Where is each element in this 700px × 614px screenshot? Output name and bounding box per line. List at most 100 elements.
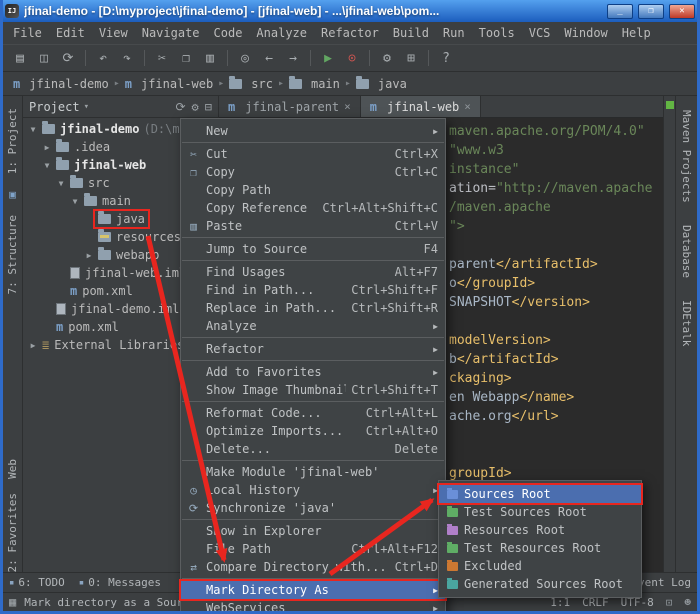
context-menu-item-mark-directory-as[interactable]: Mark Directory As ▶	[179, 579, 447, 601]
run-icon[interactable]: ▶	[317, 48, 339, 68]
editor-tab-jfinal-parent[interactable]: m jfinal-parent ×	[219, 96, 361, 117]
context-menu-item-find-in-path[interactable]: Find in Path... Ctrl+Shift+F	[181, 281, 445, 299]
minimize-button[interactable]: _	[607, 3, 633, 19]
toolwindow-button-maven-projects[interactable]: Maven Projects	[680, 110, 693, 203]
toolwindow-switcher-icon[interactable]: ▦	[9, 595, 16, 609]
tree-toggle-icon[interactable]: ▶	[41, 143, 53, 152]
tree-toggle-icon[interactable]: ▼	[27, 125, 39, 134]
context-menu-item-find-usages[interactable]: Find Usages Alt+F7	[181, 263, 445, 281]
project-panel-title[interactable]: Project	[29, 100, 80, 114]
undo-icon[interactable]: ↶	[92, 48, 114, 68]
context-menu-item-jump-to-source[interactable]: Jump to Source F4	[181, 240, 445, 258]
context-menu-item-local-history[interactable]: ◷ Local History ▶	[181, 481, 445, 499]
cut-icon[interactable]: ✂	[151, 48, 173, 68]
settings-icon[interactable]: ⚙	[376, 48, 398, 68]
submenu-item-test-sources-root[interactable]: Test Sources Root	[439, 503, 641, 521]
breadcrumb-item-jfinal-web[interactable]: m jfinal-web	[125, 77, 213, 91]
error-stripe[interactable]	[663, 96, 675, 572]
back-icon[interactable]: ←	[258, 48, 280, 68]
context-menu-item-copy-path[interactable]: Copy Path	[181, 181, 445, 199]
close-button[interactable]: ✕	[669, 3, 695, 19]
menu-vcs[interactable]: VCS	[522, 24, 558, 42]
submenu-item-test-resources-root[interactable]: Test Resources Root	[439, 539, 641, 557]
synchronize-icon[interactable]: ⟳	[57, 48, 79, 68]
menu-refactor[interactable]: Refactor	[314, 24, 386, 42]
toolwindow-button-idetalk[interactable]: IDEtalk	[680, 300, 693, 346]
context-menu-item-optimize-imports[interactable]: Optimize Imports... Ctrl+Alt+O	[181, 422, 445, 440]
context-menu-item-copy[interactable]: ❐ Copy Ctrl+C	[181, 163, 445, 181]
submenu-item-resources-root[interactable]: Resources Root	[439, 521, 641, 539]
menu-code[interactable]: Code	[207, 24, 250, 42]
maximize-button[interactable]: ❐	[638, 3, 664, 19]
find-icon[interactable]: ◎	[234, 48, 256, 68]
context-menu-item-compare-directory-with[interactable]: ⇄ Compare Directory with... Ctrl+D	[181, 558, 445, 576]
collapse-all-icon[interactable]: ⊟	[205, 100, 212, 114]
context-menu-item-show-in-explorer[interactable]: Show in Explorer	[181, 522, 445, 540]
open-icon[interactable]: ▤	[9, 48, 31, 68]
menu-run[interactable]: Run	[436, 24, 472, 42]
menu-tools[interactable]: Tools	[472, 24, 522, 42]
menu-file[interactable]: File	[6, 24, 49, 42]
context-menu-item-synchronize-java[interactable]: ⟳ Synchronize 'java'	[181, 499, 445, 517]
toolwindow-button-7-structure[interactable]: 7: Structure	[6, 215, 19, 294]
context-menu-item-reformat-code[interactable]: Reformat Code... Ctrl+Alt+L	[181, 404, 445, 422]
hector-icon[interactable]: ☻	[684, 596, 691, 609]
context-menu-item-replace-in-path[interactable]: Replace in Path... Ctrl+Shift+R	[181, 299, 445, 317]
save-all-icon[interactable]: ◫	[33, 48, 55, 68]
lock-icon[interactable]: ⊡	[666, 596, 673, 609]
context-menu-item-make-module-jfinal-web[interactable]: Make Module 'jfinal-web'	[181, 463, 445, 481]
menu-window[interactable]: Window	[557, 24, 614, 42]
toolwindow-button-1-project[interactable]: 1: Project	[6, 108, 19, 174]
editor-tab-bar: m jfinal-parent × m jfinal-web ×	[219, 96, 663, 118]
breadcrumb-item-src[interactable]: src	[229, 75, 273, 91]
tree-toggle-icon[interactable]: ▼	[55, 179, 67, 188]
tree-toggle-icon[interactable]: ▶	[27, 341, 39, 350]
menu-help[interactable]: Help	[615, 24, 658, 42]
context-menu-item-delete[interactable]: Delete... Delete	[181, 440, 445, 458]
tree-toggle-icon[interactable]: ▶	[83, 251, 95, 260]
toolwindow-icon[interactable]: ▣	[9, 188, 16, 201]
tree-item-label: resources	[116, 230, 182, 244]
context-menu-item-analyze[interactable]: Analyze ▶	[181, 317, 445, 335]
menu-view[interactable]: View	[92, 24, 135, 42]
gear-icon[interactable]: ⚙	[192, 100, 199, 114]
context-menu-item-webservices[interactable]: WebServices ▶	[181, 599, 445, 614]
toolwindow-button-6-todo[interactable]: ▪ 6: TODO	[9, 576, 65, 589]
chevron-down-icon[interactable]: ▾	[84, 102, 89, 112]
redo-icon[interactable]: ↷	[116, 48, 138, 68]
breadcrumb-item-java[interactable]: java	[355, 75, 407, 91]
breadcrumb-item-jfinal-demo[interactable]: m jfinal-demo	[13, 77, 109, 91]
help-icon[interactable]: ?	[435, 48, 457, 68]
context-menu-item-copy-reference[interactable]: Copy Reference Ctrl+Alt+Shift+C	[181, 199, 445, 217]
context-menu-item-file-path[interactable]: File Path Ctrl+Alt+F12	[181, 540, 445, 558]
context-menu-item-cut[interactable]: ✂ Cut Ctrl+X	[181, 145, 445, 163]
menu-navigate[interactable]: Navigate	[135, 24, 207, 42]
submenu-item-sources-root[interactable]: Sources Root	[437, 483, 643, 505]
submenu-item-generated-sources-root[interactable]: Generated Sources Root	[439, 575, 641, 593]
context-menu-item-show-image-thumbnails[interactable]: Show Image Thumbnails Ctrl+Shift+T	[181, 381, 445, 399]
forward-icon[interactable]: →	[282, 48, 304, 68]
submenu-item-excluded[interactable]: Excluded	[439, 557, 641, 575]
breadcrumb-item-main[interactable]: main	[288, 75, 340, 91]
toolwindow-button-0-messages[interactable]: ▪ 0: Messages	[79, 576, 161, 589]
paste-icon[interactable]: ▥	[199, 48, 221, 68]
context-menu-item-paste[interactable]: ▥ Paste Ctrl+V	[181, 217, 445, 235]
menu-analyze[interactable]: Analyze	[249, 24, 314, 42]
debug-icon[interactable]: ⊙	[341, 48, 363, 68]
toolwindow-button-database[interactable]: Database	[680, 225, 693, 278]
copy-icon[interactable]: ❐	[175, 48, 197, 68]
menu-build[interactable]: Build	[386, 24, 436, 42]
sync-icon[interactable]: ⟳	[175, 100, 185, 114]
context-menu-item-refactor[interactable]: Refactor ▶	[181, 340, 445, 358]
toolwindow-button-web[interactable]: Web	[6, 459, 19, 479]
close-icon[interactable]: ×	[464, 100, 471, 113]
menu-edit[interactable]: Edit	[49, 24, 92, 42]
toolwindow-button-2-favorites[interactable]: 2: Favorites	[6, 493, 19, 572]
project-structure-icon[interactable]: ⊞	[400, 48, 422, 68]
editor-tab-jfinal-web[interactable]: m jfinal-web ×	[360, 96, 481, 117]
tree-toggle-icon[interactable]: ▼	[41, 161, 53, 170]
context-menu-item-new[interactable]: New ▶	[181, 122, 445, 140]
tree-toggle-icon[interactable]: ▼	[69, 197, 81, 206]
context-menu-item-add-to-favorites[interactable]: Add to Favorites ▶	[181, 363, 445, 381]
close-icon[interactable]: ×	[344, 100, 351, 113]
